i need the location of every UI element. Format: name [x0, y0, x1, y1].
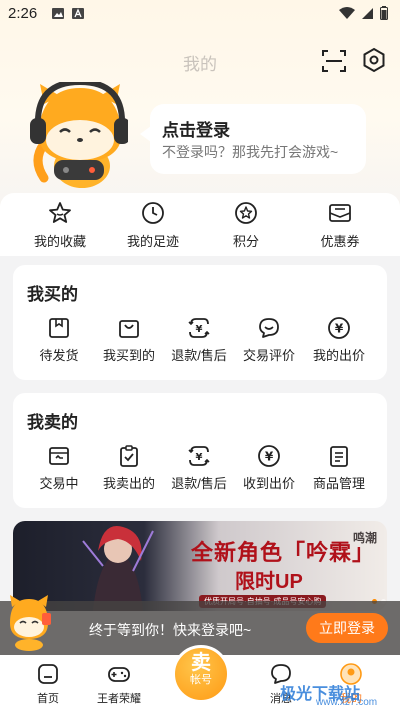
promo-banner[interactable]: 全新角色「吟霖」 限时UP 优质开局号·自抽号·成品号安心购 鸣潮: [13, 521, 387, 611]
bought-item-review[interactable]: 交易评价: [234, 316, 304, 364]
mascot-cat-with-headphones[interactable]: [30, 82, 128, 192]
sold-item-manage-goods[interactable]: 商品管理: [304, 444, 374, 492]
bought-title: 我买的: [27, 285, 78, 304]
yen-coin-icon: ¥: [258, 445, 280, 467]
quick-links-bar: 我的收藏 我的足迹 积分 优惠券: [0, 193, 400, 256]
scan-icon[interactable]: [321, 48, 347, 74]
quick-link-label: 我的收藏: [33, 234, 86, 249]
svg-text:¥: ¥: [265, 450, 274, 464]
clipboard-check-icon: [120, 445, 138, 467]
quick-link-points[interactable]: 积分: [206, 201, 286, 250]
quick-link-label: 我的足迹: [126, 234, 179, 249]
gamepad-icon: [108, 667, 130, 682]
bought-item-purchased[interactable]: 我买到的: [94, 316, 164, 364]
refund-icon: ¥: [188, 446, 210, 466]
banner-headline-2: 限时UP: [235, 571, 303, 593]
nav-home[interactable]: 首页: [13, 662, 83, 706]
settings-hexagon-icon[interactable]: [361, 47, 387, 73]
bought-item-refund[interactable]: ¥ 退款/售后: [164, 316, 234, 364]
sold-item-label: 收到出价: [242, 476, 295, 491]
quick-link-history[interactable]: 我的足迹: [113, 201, 193, 250]
login-now-button[interactable]: 立即登录: [306, 613, 388, 643]
nav-label: 首页: [37, 693, 59, 705]
list-doc-icon: [330, 446, 348, 467]
sold-item-sold[interactable]: 我卖出的: [94, 444, 164, 492]
svg-text:¥: ¥: [196, 452, 203, 463]
quick-link-favorites[interactable]: 我的收藏: [20, 201, 100, 250]
status-time: 2:26: [8, 5, 38, 22]
comment-icon: [259, 318, 279, 338]
bought-item-label: 交易评价: [242, 348, 295, 363]
quick-link-label: 积分: [232, 234, 259, 249]
home-icon: [38, 664, 58, 684]
sell-account-button[interactable]: 卖 帐号: [172, 645, 230, 703]
trading-icon: [49, 447, 69, 465]
star-icon: [49, 202, 71, 223]
sold-section: 我卖的 交易中 我卖出的 ¥ 退款/售后 ¥ 收到出价 商品管理: [13, 393, 387, 508]
quick-link-label: 优惠券: [320, 234, 360, 249]
sold-item-label: 退款/售后: [171, 476, 227, 491]
battery-icon: [380, 6, 388, 20]
coupon-icon: [329, 204, 351, 222]
login-subtitle: 不登录吗？那我先打会游戏~: [162, 144, 339, 160]
status-bar: 2:26: [0, 0, 400, 28]
image-notification-icon: [52, 8, 64, 19]
banner-headline: 全新角色「吟霖」: [191, 540, 376, 565]
sell-button-sublabel: 帐号: [190, 674, 212, 686]
svg-text:¥: ¥: [196, 324, 203, 335]
refund-icon: ¥: [188, 318, 210, 338]
wifi-icon: [339, 6, 355, 19]
watermark-url: www.xz7.com: [316, 697, 378, 708]
points-icon: [235, 202, 257, 224]
bought-item-label: 我买到的: [102, 348, 155, 363]
bought-item-label: 待发货: [39, 348, 79, 363]
a-notification-icon: [72, 8, 84, 19]
sold-item-label: 交易中: [39, 476, 79, 491]
sold-item-label: 我卖出的: [102, 476, 155, 491]
sold-item-in-trade[interactable]: 交易中: [24, 444, 94, 492]
clock-icon: [142, 202, 164, 224]
sold-title: 我卖的: [27, 413, 78, 432]
svg-text:¥: ¥: [335, 322, 344, 336]
login-title[interactable]: 点击登录: [162, 116, 230, 141]
bought-section: 我买的 待发货 我买到的 ¥ 退款/售后 交易评价 ¥ 我的出价: [13, 265, 387, 380]
sold-item-label: 商品管理: [312, 476, 365, 491]
login-prompt-text: 终于等到你！快来登录吧~: [89, 622, 252, 638]
nav-label: 王者荣耀: [97, 693, 141, 705]
banner-character-art: [82, 526, 154, 611]
sell-button-label: 卖: [191, 652, 211, 674]
bought-item-my-bids[interactable]: ¥ 我的出价: [304, 316, 374, 364]
nav-game[interactable]: 王者荣耀: [84, 662, 154, 706]
quick-link-coupons[interactable]: 优惠券: [300, 201, 380, 250]
signal-icon: [362, 7, 373, 19]
sold-item-refund[interactable]: ¥ 退款/售后: [164, 444, 234, 492]
sold-item-received-bids[interactable]: ¥ 收到出价: [234, 444, 304, 492]
shopping-bag-icon: [119, 320, 139, 338]
package-icon: [49, 318, 69, 338]
bought-item-label: 退款/售后: [171, 348, 227, 363]
yen-coin-icon: ¥: [328, 317, 350, 339]
bought-item-label: 我的出价: [312, 348, 365, 363]
bought-item-pending-shipment[interactable]: 待发货: [24, 316, 94, 364]
mascot-cat-icon: [10, 595, 51, 651]
banner-brand: 鸣潮: [353, 531, 378, 545]
login-bubble[interactable]: 点击登录 不登录吗？那我先打会游戏~: [140, 104, 366, 174]
